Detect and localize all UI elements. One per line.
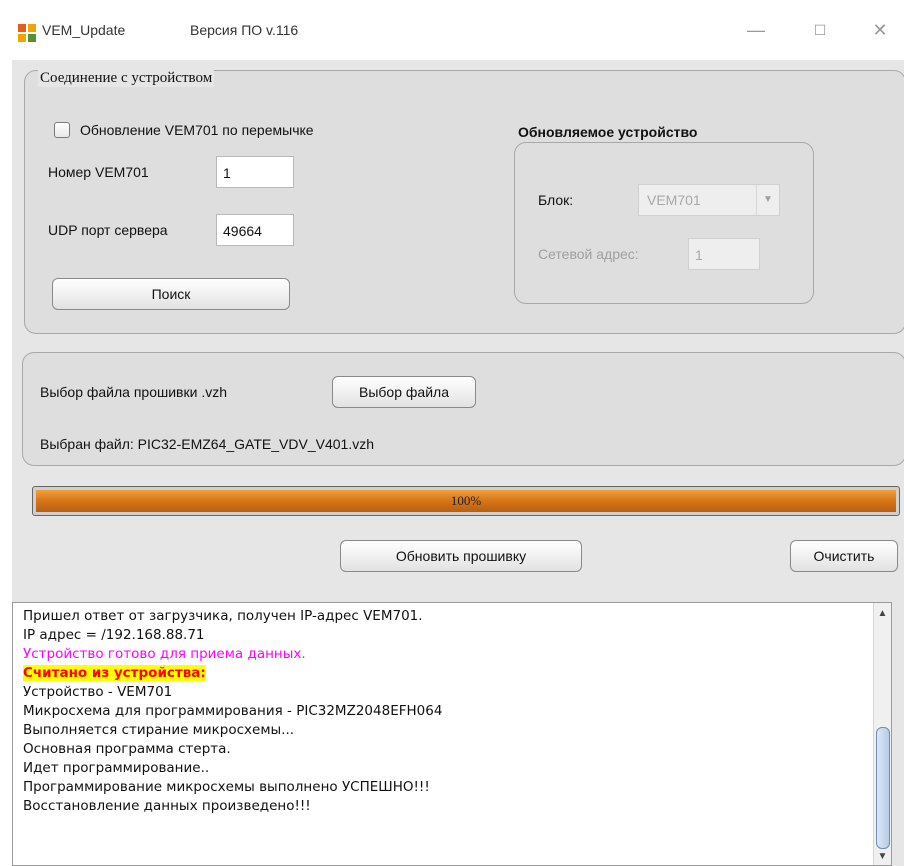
firmware-file-label: Выбор файла прошивки .vzh (40, 384, 228, 400)
log-scrollbar[interactable]: ▲ ▼ (873, 603, 891, 865)
device-panel-title: Обновляемое устройство (518, 124, 698, 140)
log-line-text: Программирование микросхемы выполнено УС… (23, 779, 430, 795)
log-line: Программирование микросхемы выполнено УС… (23, 778, 873, 797)
progress-bar: 100% (32, 486, 900, 516)
log-line: Считано из устройства: (23, 664, 873, 683)
udp-port-label: UDP порт сервера (48, 222, 168, 238)
log-line: Идет программирование.. (23, 759, 873, 778)
log-line: IP адрес = /192.168.88.71 (23, 626, 873, 645)
log-lines: Пришел ответ от загрузчика, получен IP-а… (23, 607, 873, 816)
log-line-text: Восстановление данных произведено!!! (23, 798, 311, 814)
log-line: Выполняется стирание микросхемы... (23, 721, 873, 740)
log-textarea[interactable]: Пришел ответ от загрузчика, получен IP-а… (12, 602, 892, 866)
update-firmware-button[interactable]: Обновить прошивку (340, 540, 582, 572)
network-address-label: Сетевой адрес: (538, 246, 639, 262)
title-bar: VEM_Update Версия ПО v.116 — ☐ ✕ (0, 0, 904, 60)
app-title: VEM_Update (42, 22, 126, 38)
log-line: Восстановление данных произведено!!! (23, 797, 873, 816)
network-address-input: 1 (688, 238, 760, 270)
block-label: Блок: (538, 192, 574, 208)
vem-number-label: Номер VEM701 (48, 164, 149, 180)
device-panel (514, 142, 814, 304)
jumper-update-label: Обновление VEM701 по перемычке (80, 122, 314, 138)
app-window: VEM_Update Версия ПО v.116 — ☐ ✕ Соедине… (0, 0, 904, 866)
log-line-text: Пришел ответ от загрузчика, получен IP-а… (23, 608, 423, 624)
connection-legend: Соединение с устройством (38, 70, 215, 87)
search-button[interactable]: Поиск (52, 278, 290, 310)
minimize-button[interactable]: — (736, 14, 776, 46)
app-logo-icon (18, 24, 36, 42)
log-line-text: IP адрес = /192.168.88.71 (23, 627, 205, 643)
progress-label: 100% (450, 493, 482, 508)
jumper-update-checkbox[interactable] (54, 122, 70, 138)
log-line-text: Основная программа стерта. (23, 741, 231, 757)
selected-file-text: Выбран файл: PIC32-EMZ64_GATE_VDV_V401.v… (40, 436, 374, 452)
log-line-text: Выполняется стирание микросхемы... (23, 722, 295, 738)
close-button[interactable]: ✕ (860, 14, 900, 46)
log-line: Микросхема для программирования - PIC32M… (23, 702, 873, 721)
block-select: VEM701 ▼ (638, 184, 780, 216)
app-version: Версия ПО v.116 (190, 22, 299, 38)
scroll-down-icon[interactable]: ▼ (874, 848, 891, 865)
log-line-text: Устройство готово для приема данных. (23, 646, 306, 662)
scroll-up-icon[interactable]: ▲ (874, 605, 891, 622)
scroll-thumb[interactable] (876, 727, 890, 849)
log-line-text: Считано из устройства: (23, 665, 206, 681)
log-line-text: Микросхема для программирования - PIC32M… (23, 703, 443, 719)
udp-port-input[interactable]: 49664 (216, 214, 294, 246)
log-line-text: Устройство - VEM701 (23, 684, 173, 700)
log-line: Устройство - VEM701 (23, 683, 873, 702)
chevron-down-icon: ▼ (756, 185, 779, 215)
clear-button[interactable]: Очистить (790, 540, 898, 572)
log-line: Пришел ответ от загрузчика, получен IP-а… (23, 607, 873, 626)
block-select-value: VEM701 (647, 192, 701, 208)
maximize-button[interactable]: ☐ (800, 14, 840, 46)
select-file-button[interactable]: Выбор файла (332, 376, 476, 408)
vem-number-input[interactable]: 1 (216, 156, 294, 188)
log-line-text: Идет программирование.. (23, 760, 210, 776)
log-line: Основная программа стерта. (23, 740, 873, 759)
log-line: Устройство готово для приема данных. (23, 645, 873, 664)
